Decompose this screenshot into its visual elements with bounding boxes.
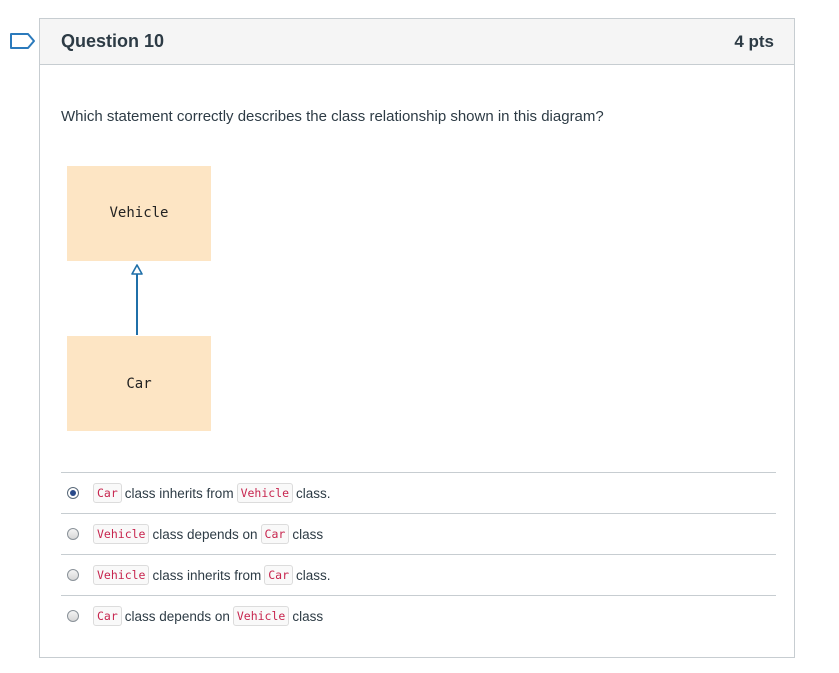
answer-tail: class [292, 526, 324, 542]
uml-class-name-parent: Vehicle [109, 204, 169, 221]
code-class-a: Vehicle [93, 565, 150, 585]
question-card: Question 10 4 pts Which statement correc… [39, 18, 795, 658]
question-title: Question 10 [61, 31, 165, 51]
answer-option-2[interactable]: Vehicle class depends on Car class [61, 513, 776, 554]
radio-button-selected[interactable] [67, 487, 79, 499]
answer-verb: class inherits from [152, 567, 262, 583]
answer-list: Car class inherits from Vehicle class. V… [61, 472, 776, 636]
answer-tail: class [292, 608, 324, 624]
question-points: 4 pts [734, 31, 774, 51]
code-class-b: Car [264, 565, 294, 585]
code-class-b: Car [260, 524, 290, 544]
radio-button[interactable] [67, 528, 79, 540]
answer-verb: class depends on [152, 526, 258, 542]
answer-tail: class. [296, 567, 331, 583]
uml-class-name-child: Car [126, 375, 152, 392]
radio-button[interactable] [67, 569, 79, 581]
code-class-b: Vehicle [236, 483, 294, 503]
code-class-b: Vehicle [232, 606, 290, 626]
answer-option-4[interactable]: Car class depends on Vehicle class [61, 595, 776, 636]
answer-option-1[interactable]: Car class inherits from Vehicle class. [61, 472, 776, 513]
question-text: Which statement correctly describes the … [61, 108, 604, 125]
answer-verb: class inherits from [124, 485, 234, 501]
answer-verb: class depends on [124, 608, 230, 624]
code-class-a: Vehicle [93, 524, 150, 544]
uml-diagram: Vehicle Car [67, 166, 212, 434]
question-header: Question 10 4 pts [40, 19, 794, 65]
answer-option-3[interactable]: Vehicle class inherits from Car class. [61, 554, 776, 595]
code-class-a: Car [93, 606, 122, 626]
radio-button[interactable] [67, 610, 79, 622]
uml-class-box-parent: Vehicle [67, 166, 211, 261]
code-class-a: Car [93, 483, 122, 503]
bookmark-flag-icon[interactable] [10, 33, 36, 49]
answer-tail: class. [296, 485, 331, 501]
inheritance-arrow-icon [131, 264, 143, 335]
uml-class-box-child: Car [67, 336, 211, 431]
